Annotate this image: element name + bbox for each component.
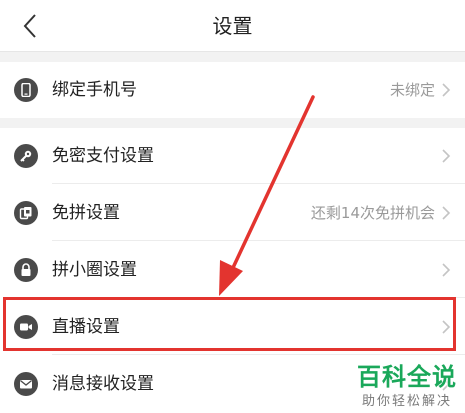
settings-row-circle[interactable]: 拼小圈设置 bbox=[0, 242, 465, 298]
settings-row-label: 绑定手机号 bbox=[52, 80, 137, 100]
row-divider bbox=[52, 354, 465, 355]
lock-icon bbox=[14, 258, 38, 282]
settings-row-label: 免拼设置 bbox=[52, 203, 120, 223]
settings-row-bind-phone[interactable]: 绑定手机号 未绑定 bbox=[0, 62, 465, 118]
bind-status: 未绑定 bbox=[389, 81, 435, 99]
settings-row-free-group[interactable]: 免拼设置 还剩14次免拼机会 bbox=[0, 185, 465, 241]
watermark-title: 百科全说 bbox=[357, 363, 457, 391]
settings-row-label: 拼小圈设置 bbox=[52, 260, 137, 280]
chevron-right-icon bbox=[442, 149, 451, 163]
free-group-remaining: 还剩14次免拼机会 bbox=[310, 204, 435, 222]
key-icon bbox=[14, 144, 38, 168]
row-divider bbox=[52, 240, 465, 241]
settings-row-label: 消息接收设置 bbox=[52, 374, 154, 394]
cards-icon bbox=[14, 201, 38, 225]
settings-row-label: 免密支付设置 bbox=[52, 146, 154, 166]
chevron-right-icon bbox=[442, 263, 451, 277]
nav-bar: 设置 bbox=[0, 0, 465, 52]
mail-icon bbox=[14, 372, 38, 396]
chevron-right-icon bbox=[442, 206, 451, 220]
annotation-highlight-box bbox=[3, 297, 456, 351]
watermark-subtitle: 助你轻松解决 bbox=[361, 394, 452, 409]
settings-row-password-free-pay[interactable]: 免密支付设置 bbox=[0, 128, 465, 184]
settings-group-account: 绑定手机号 未绑定 bbox=[0, 62, 465, 118]
chevron-right-icon bbox=[442, 83, 451, 97]
phone-icon bbox=[14, 78, 38, 102]
page-title: 设置 bbox=[212, 14, 253, 38]
row-divider bbox=[52, 183, 465, 184]
watermark-logo: 百科全说 助你轻松解决 bbox=[357, 357, 457, 409]
